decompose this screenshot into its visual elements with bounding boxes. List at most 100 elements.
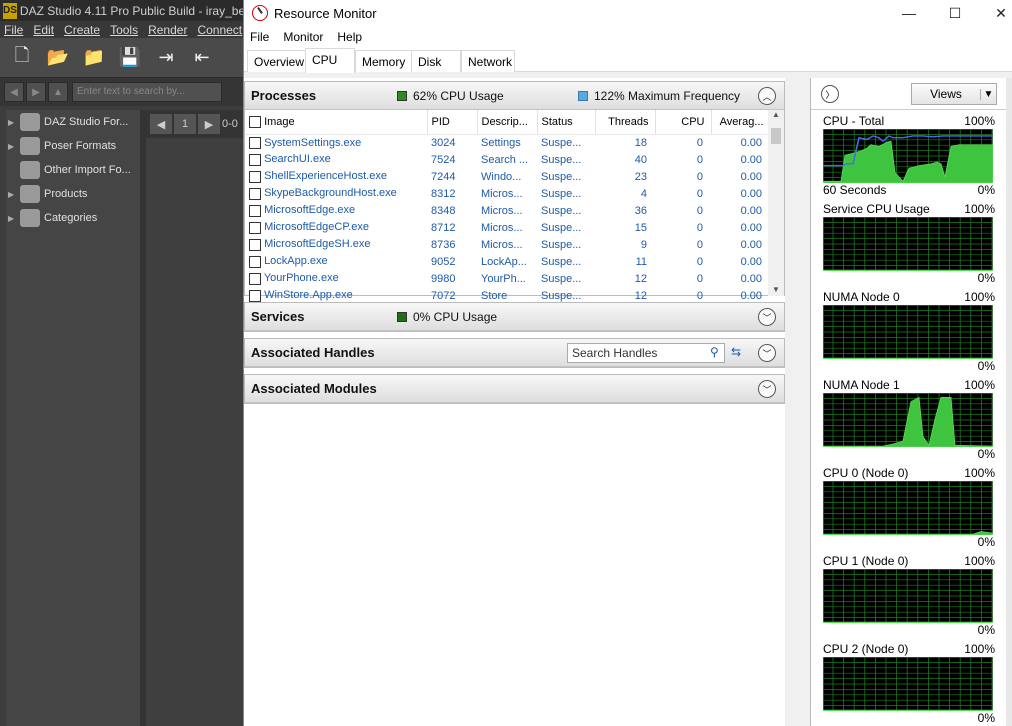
back-arrow-icon[interactable]: ◀ (4, 82, 24, 102)
modules-header[interactable]: Associated Modules ﹀ (245, 375, 784, 403)
expand-arrow-icon[interactable]: ▶ (8, 214, 16, 223)
menu-file[interactable]: File (250, 30, 269, 44)
next-page-icon[interactable]: ▶ (198, 114, 220, 134)
search-icon[interactable]: ⚲ (710, 345, 719, 359)
page-number[interactable]: 1 (174, 114, 196, 134)
close-button[interactable]: ✕ (978, 0, 1012, 26)
daz-menu-edit[interactable]: Edit (33, 23, 54, 37)
menu-help[interactable]: Help (337, 30, 362, 44)
table-row[interactable]: LockApp.exe 9052 LockAp... Suspe... 11 0 0.00 (245, 253, 770, 270)
save-icon[interactable]: 💾 (119, 47, 141, 68)
cpu-cell: 0 (696, 170, 703, 183)
table-row[interactable]: SkypeBackgroundHost.exe 8312 Micros... Susp… (245, 185, 770, 202)
daz-search-input[interactable]: Enter text to search by... (72, 82, 222, 102)
prev-page-icon[interactable]: ◀ (150, 114, 172, 134)
tree-item-other-import-formats[interactable]: Other Import Fo... (6, 158, 142, 182)
process-name: LockApp.exe (264, 255, 328, 268)
refresh-icon[interactable]: ⇆ (731, 345, 741, 359)
import-icon[interactable]: ⇥ (156, 47, 176, 68)
column-header-image[interactable]: Image (245, 110, 428, 135)
cpu-usage-indicator: 62% CPU Usage (397, 89, 504, 103)
graph-canvas (823, 129, 993, 183)
column-header-cpu[interactable]: CPU (655, 110, 712, 135)
package-icon (20, 161, 40, 179)
export-icon[interactable]: ⇤ (192, 47, 212, 68)
graph-cpu-2-node-0: CPU 2 (Node 0) 100% 0% (823, 642, 995, 725)
tab-network[interactable]: Network (461, 50, 515, 72)
scroll-thumb[interactable] (771, 128, 781, 144)
tree-item-products[interactable]: ▶ Products (6, 182, 142, 206)
search-handles-input[interactable]: Search Handles (567, 343, 725, 363)
column-header-pid[interactable]: PID (427, 110, 478, 135)
maximize-button[interactable]: ☐ (932, 0, 978, 26)
table-row[interactable]: SystemSettings.exe 3024 Settings Suspe... 18… (245, 134, 770, 151)
expand-chevron-down-icon[interactable]: ﹀ (758, 344, 776, 362)
expand-chevron-down-icon[interactable]: ﹀ (758, 380, 776, 398)
merge-folder-icon[interactable]: 📁 (83, 47, 105, 68)
left-panel-scrollbar[interactable] (786, 78, 804, 726)
tree-item-poser-formats[interactable]: ▶ Poser Formats (6, 134, 142, 158)
handles-header[interactable]: Associated Handles Search Handles ⚲ ⇆ ﹀ (245, 339, 784, 367)
max-frequency-indicator: 122% Maximum Frequency (578, 89, 740, 103)
row-checkbox[interactable] (249, 238, 261, 251)
threads-cell: 11 (635, 255, 647, 268)
process-name: SearchUI.exe (264, 153, 331, 166)
new-file-icon[interactable]: 🗋 (12, 45, 32, 68)
expand-chevron-down-icon[interactable]: ﹀ (758, 308, 776, 326)
daz-menu-render[interactable]: Render (148, 23, 187, 37)
package-icon (20, 137, 40, 155)
forward-arrow-icon[interactable]: ▶ (26, 82, 46, 102)
threads-cell: 36 (634, 204, 647, 217)
threads-cell: 12 (634, 272, 647, 285)
row-checkbox[interactable] (249, 289, 261, 302)
table-row[interactable]: SearchUI.exe 7524 Search ... Suspe... 40 0 0.0… (245, 151, 770, 168)
column-header-average-cpu[interactable]: Averag... (711, 110, 771, 135)
graph-title-row: CPU - Total 100% (823, 114, 995, 128)
services-header[interactable]: Services 0% CPU Usage ﹀ (245, 303, 784, 331)
select-all-checkbox[interactable] (249, 115, 261, 128)
minimize-button[interactable]: — (886, 0, 932, 26)
row-checkbox[interactable] (249, 272, 261, 285)
collapse-chevron-right-icon[interactable]: 〉 (821, 85, 839, 103)
column-header-description[interactable]: Descrip... (477, 110, 538, 135)
open-folder-icon[interactable]: 📂 (47, 47, 69, 68)
row-checkbox[interactable] (249, 170, 261, 183)
table-row[interactable]: MicrosoftEdgeCP.exe 8712 Micros... Suspe...… (245, 219, 770, 236)
table-row[interactable]: ShellExperienceHost.exe 7244 Windo... Suspe… (245, 168, 770, 185)
row-checkbox[interactable] (249, 187, 261, 200)
tab-disk[interactable]: Disk (411, 50, 461, 72)
tree-item-categories[interactable]: ▶ Categories (6, 206, 142, 230)
daz-menu-create[interactable]: Create (64, 23, 100, 37)
column-header-status[interactable]: Status (537, 110, 596, 135)
expand-arrow-icon[interactable]: ▶ (8, 142, 16, 151)
processes-scrollbar[interactable]: ▲ ▼ (768, 110, 784, 296)
menu-monitor[interactable]: Monitor (283, 30, 323, 44)
row-checkbox[interactable] (249, 221, 261, 234)
row-checkbox[interactable] (249, 136, 261, 149)
up-arrow-icon[interactable]: ▲ (48, 82, 68, 102)
graph-title: NUMA Node 1 (823, 378, 900, 392)
table-row[interactable]: YourPhone.exe 9980 YourPh... Suspe... 12 0 0.0… (245, 270, 770, 287)
processes-header[interactable]: Processes 62% CPU Usage 122% Maximum Fre… (245, 82, 784, 110)
tab-cpu[interactable]: CPU (305, 48, 355, 73)
collapse-chevron-up-icon[interactable]: ︿ (758, 87, 776, 105)
row-checkbox[interactable] (249, 153, 261, 166)
expand-arrow-icon[interactable]: ▶ (8, 118, 16, 127)
table-row[interactable]: MicrosoftEdgeSH.exe 8736 Micros... Suspe...… (245, 236, 770, 253)
tab-memory[interactable]: Memory (355, 50, 413, 72)
graphs-scrollbar[interactable] (1006, 78, 1012, 726)
tree-item-daz-studio-formats[interactable]: ▶ DAZ Studio For... (6, 110, 142, 134)
scroll-up-arrow-icon[interactable]: ▲ (768, 110, 784, 119)
views-dropdown[interactable]: Views ▼ (911, 83, 997, 105)
row-checkbox[interactable] (249, 255, 261, 268)
dropdown-arrow-icon[interactable]: ▼ (980, 88, 996, 100)
expand-arrow-icon[interactable]: ▶ (8, 190, 16, 199)
scroll-down-arrow-icon[interactable]: ▼ (768, 285, 784, 294)
daz-menu-file[interactable]: File (4, 23, 23, 37)
row-checkbox[interactable] (249, 204, 261, 217)
daz-menu-connect[interactable]: Connect (197, 23, 242, 37)
column-header-threads[interactable]: Threads (595, 110, 656, 135)
daz-menu-tools[interactable]: Tools (110, 23, 138, 37)
table-row[interactable]: MicrosoftEdge.exe 8348 Micros... Suspe... 36… (245, 202, 770, 219)
tab-overview[interactable]: Overview (247, 50, 312, 72)
